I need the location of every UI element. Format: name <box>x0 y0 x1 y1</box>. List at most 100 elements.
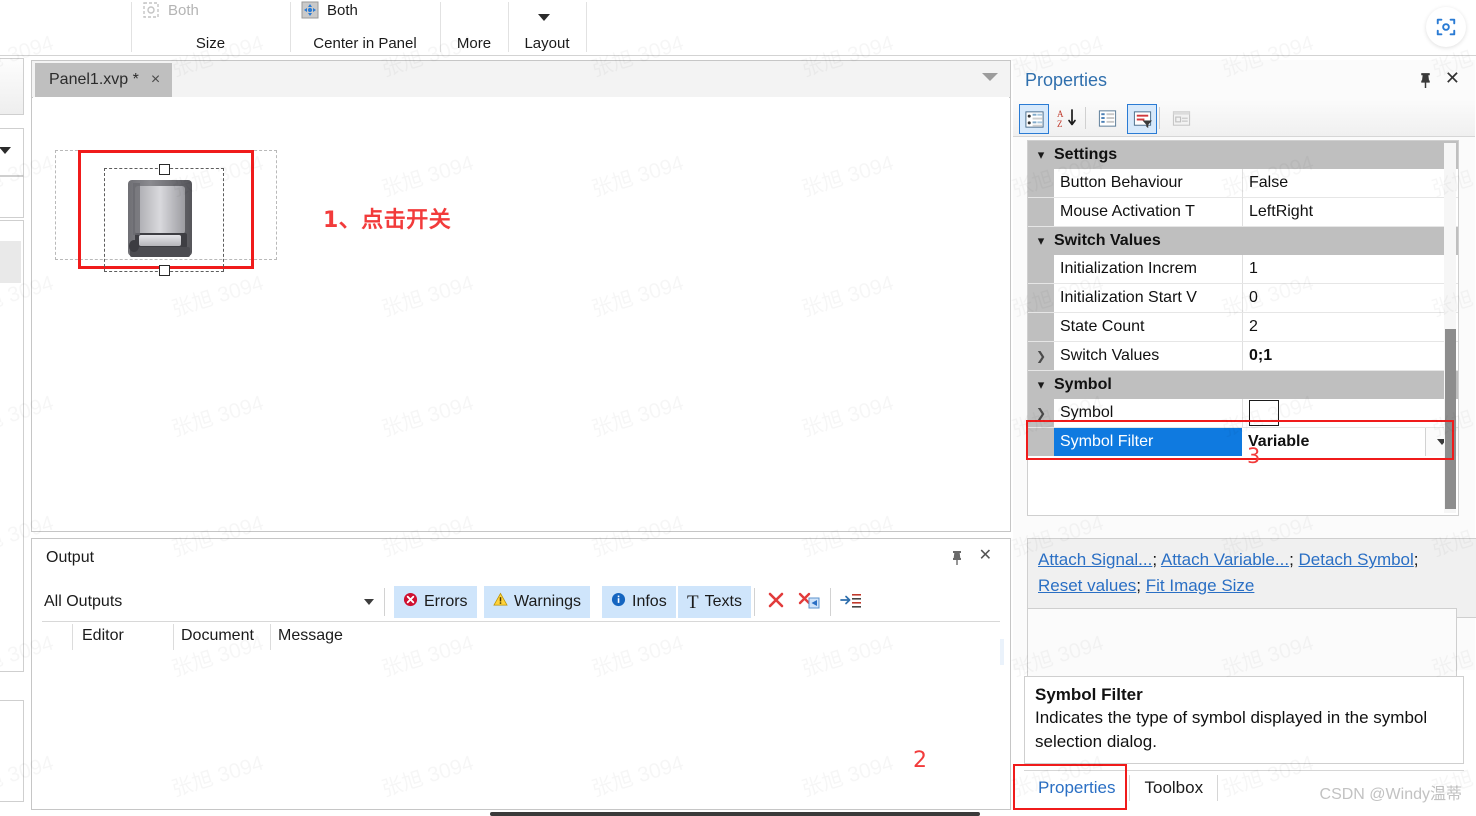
property-name: Symbol Filter <box>1054 428 1242 456</box>
output-filter-texts[interactable]: T Texts <box>678 586 752 618</box>
property-group-settings[interactable]: ▾ Settings <box>1028 141 1458 169</box>
property-value[interactable]: False <box>1243 169 1458 197</box>
resize-handle-top[interactable] <box>159 164 170 175</box>
filter-icon[interactable] <box>1127 104 1157 134</box>
output-column-editor[interactable]: Editor <box>82 627 124 645</box>
screenshot-icon[interactable] <box>1426 7 1466 47</box>
property-name: Mouse Activation T <box>1054 198 1243 226</box>
properties-grid[interactable]: ▾ Settings Button Behaviour False Mouse … <box>1027 140 1459 516</box>
credit-watermark: CSDN @Windy温蒂 <box>1319 786 1462 803</box>
ribbon-size-both-label: Both <box>168 1 199 19</box>
annotation-text-1: 1、点击开关 <box>323 208 452 233</box>
output-column-message[interactable]: Message <box>278 627 343 645</box>
switch-widget-icon[interactable] <box>120 175 204 263</box>
output-grid-body[interactable] <box>42 651 1000 796</box>
link-detach-symbol[interactable]: Detach Symbol <box>1299 550 1414 569</box>
link-attach-variable[interactable]: Attach Variable... <box>1161 550 1289 569</box>
property-row-symbol-filter[interactable]: Symbol Filter Variable <box>1028 428 1458 456</box>
output-filter-warnings[interactable]: Warnings <box>484 586 591 618</box>
link-fit-image-size[interactable]: Fit Image Size <box>1146 576 1255 595</box>
close-icon[interactable]: ✕ <box>979 548 992 564</box>
description-icon <box>1167 104 1195 132</box>
property-name: Initialization Increm <box>1054 255 1243 283</box>
link-reset-values[interactable]: Reset values <box>1038 576 1136 595</box>
output-column-document[interactable]: Document <box>181 627 254 645</box>
tab-label: Panel1.xvp * <box>49 71 139 88</box>
properties-title: Properties <box>1025 70 1108 90</box>
left-stub-panel-3 <box>0 176 24 218</box>
property-row-switch-values[interactable]: ❯ Switch Values 0;1 <box>1028 342 1458 371</box>
tab-divider <box>1217 775 1219 801</box>
output-filter-infos[interactable]: Infos <box>602 586 677 618</box>
row-gutter <box>1028 428 1054 456</box>
design-canvas[interactable]: 1、点击开关 <box>33 97 1009 529</box>
property-name: Switch Values <box>1054 342 1243 370</box>
chevron-down-icon[interactable]: ▾ <box>1028 233 1054 249</box>
property-row-button-behaviour[interactable]: Button Behaviour False <box>1028 169 1458 198</box>
chevron-down-icon[interactable]: ▾ <box>1028 147 1054 163</box>
chevron-down-icon[interactable] <box>982 73 998 81</box>
stub-caret-icon[interactable] <box>0 147 11 154</box>
wrap-text-icon[interactable] <box>840 590 862 614</box>
left-stub-selected-item[interactable] <box>0 241 21 283</box>
property-group-symbol-label: Symbol <box>1054 376 1112 393</box>
tab-toolbox[interactable]: Toolbox <box>1130 772 1217 804</box>
tab-toolbox-label: Toolbox <box>1144 778 1204 797</box>
editor-tabstrip: Panel1.xvp * × <box>32 61 1010 98</box>
property-group-switch-values[interactable]: ▾ Switch Values <box>1028 227 1458 255</box>
property-row-initialization-increment[interactable]: Initialization Increm 1 <box>1028 255 1458 284</box>
clear-icon[interactable] <box>766 590 786 614</box>
expand-chevron-right-icon[interactable]: ❯ <box>1028 399 1054 427</box>
properties-panel: Properties ✕ A Z ▾ Settings Button Behav… <box>1013 60 1476 722</box>
pin-icon[interactable] <box>1418 72 1433 93</box>
output-panel: Output ✕ All Outputs Errors Warnings Inf… <box>31 538 1011 810</box>
property-pages-icon[interactable] <box>1093 104 1121 132</box>
link-attach-signal[interactable]: Attach Signal... <box>1038 550 1152 569</box>
property-row-state-count[interactable]: State Count 2 <box>1028 313 1458 342</box>
properties-grid-scrollbar-thumb[interactable] <box>1445 329 1456 509</box>
symbol-swatch[interactable] <box>1249 400 1279 426</box>
error-icon <box>403 592 418 612</box>
output-grid-header: Editor Document Message <box>42 621 1000 653</box>
property-value[interactable]: 1 <box>1243 255 1458 283</box>
chevron-down-icon[interactable]: ▾ <box>1028 377 1054 393</box>
property-value[interactable]: 2 <box>1243 313 1458 341</box>
ribbon-center-both-label: Both <box>327 1 358 19</box>
close-icon[interactable]: ✕ <box>1445 69 1460 87</box>
tab-panel1-xvp[interactable]: Panel1.xvp * × <box>35 63 173 97</box>
resize-handle-bottom[interactable] <box>159 265 170 276</box>
property-value[interactable]: LeftRight <box>1243 198 1458 226</box>
ribbon-size-both-button[interactable]: Both <box>141 0 199 20</box>
svg-text:A: A <box>1057 109 1064 119</box>
tab-properties[interactable]: Properties <box>1024 772 1129 804</box>
property-group-symbol[interactable]: ▾ Symbol <box>1028 371 1458 399</box>
property-value[interactable]: 0 <box>1243 284 1458 312</box>
output-toolbar: All Outputs Errors Warnings Infos T Text… <box>32 583 1010 665</box>
row-gutter <box>1028 169 1054 197</box>
ribbon-center-both-button[interactable]: Both <box>300 0 358 20</box>
row-gutter <box>1028 198 1054 226</box>
svg-text:Z: Z <box>1057 119 1063 129</box>
ribbon-group-center-label: Center in Panel <box>313 35 417 52</box>
expand-chevron-right-icon[interactable]: ❯ <box>1028 342 1054 370</box>
property-value[interactable]: 0;1 <box>1243 342 1458 370</box>
property-row-initialization-start-value[interactable]: Initialization Start V 0 <box>1028 284 1458 313</box>
close-icon[interactable]: × <box>151 72 160 88</box>
left-stub-panel-2[interactable] <box>0 128 24 176</box>
pin-icon[interactable] <box>950 550 964 570</box>
output-filter-errors[interactable]: Errors <box>394 586 478 618</box>
categorized-icon[interactable] <box>1019 104 1049 134</box>
link-sep: ; <box>1136 576 1146 595</box>
bottom-scroll-indicator[interactable] <box>490 812 980 816</box>
output-filter-select[interactable]: All Outputs <box>44 588 374 616</box>
property-row-symbol[interactable]: ❯ Symbol <box>1028 399 1458 428</box>
annotation-text-2: 2 <box>913 748 927 773</box>
property-row-mouse-activation[interactable]: Mouse Activation T LeftRight <box>1028 198 1458 227</box>
tab-properties-label: Properties <box>1038 778 1116 797</box>
property-value-symbol[interactable] <box>1243 399 1458 427</box>
property-group-settings-label: Settings <box>1054 146 1118 163</box>
layout-dropdown-caret-icon[interactable] <box>538 14 550 21</box>
alphabetical-sort-icon[interactable]: A Z <box>1053 104 1081 132</box>
left-stub-panel-4 <box>0 220 24 672</box>
clear-filtered-icon[interactable] <box>798 590 820 614</box>
